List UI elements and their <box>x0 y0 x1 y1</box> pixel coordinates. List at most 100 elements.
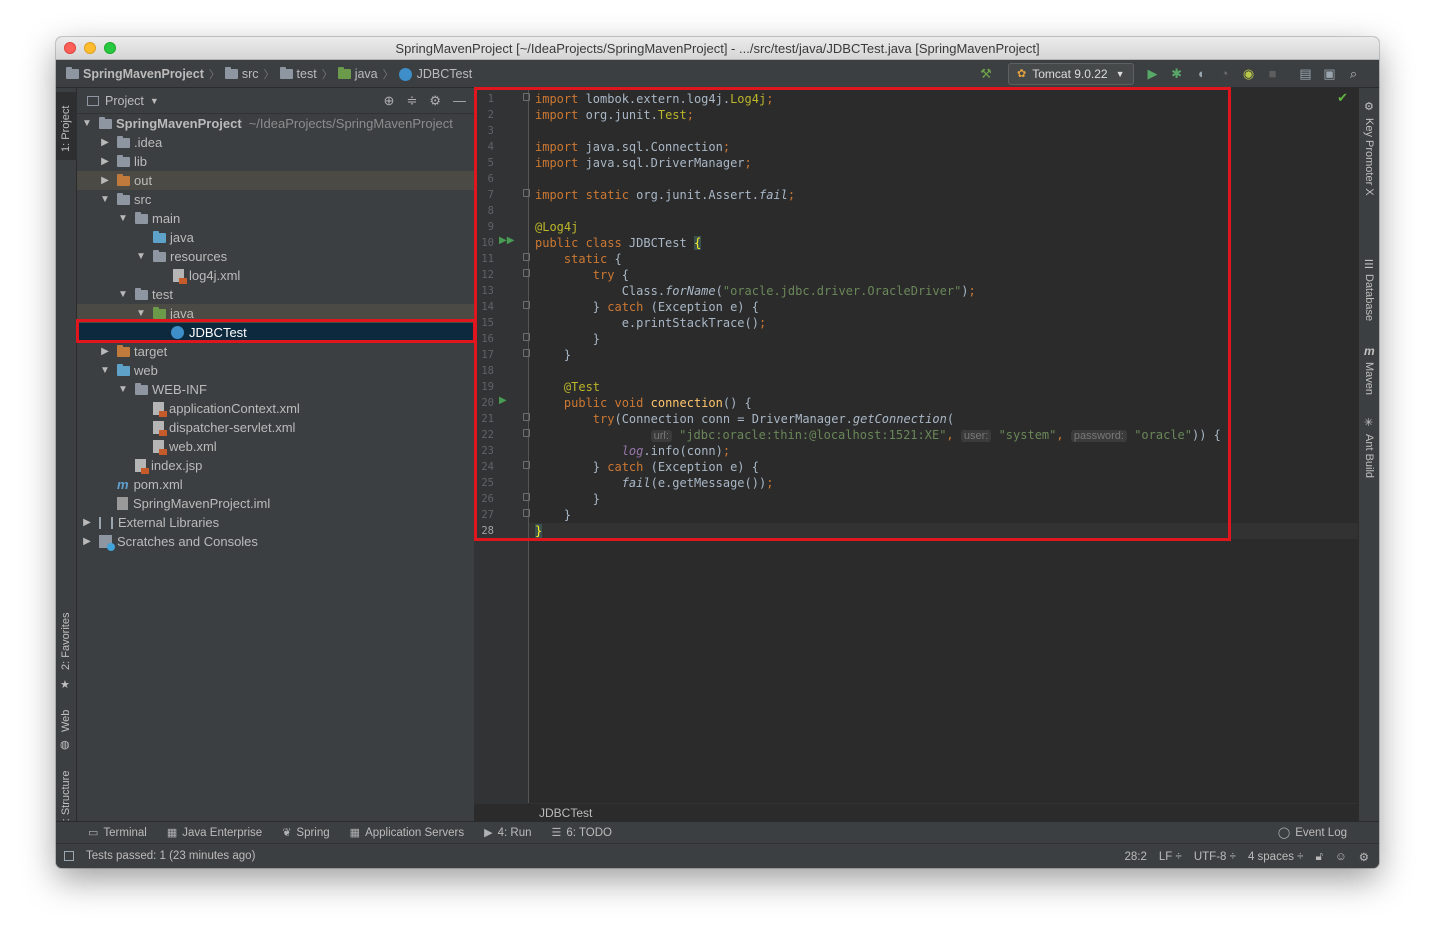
fold-marker-icon[interactable] <box>523 413 530 421</box>
locate-file-icon[interactable]: ⊕ <box>384 93 395 109</box>
tree-item-scratches[interactable]: ▶ Scratches and Consoles <box>77 532 478 551</box>
tree-item-web[interactable]: ▼ web <box>77 361 496 380</box>
tree-item-idea[interactable]: ▶ .idea <box>77 133 496 152</box>
fold-marker-icon[interactable] <box>523 509 530 517</box>
project-structure-icon[interactable]: ▤ <box>1299 66 1313 81</box>
fold-marker-icon[interactable] <box>523 333 530 341</box>
breadcrumb-class[interactable]: JDBCTest <box>398 67 472 81</box>
profile-icon[interactable]: ◔ <box>1218 66 1232 81</box>
line-number: 9 <box>487 221 494 233</box>
breadcrumb-java[interactable]: java <box>337 67 378 81</box>
hide-panel-icon[interactable]: — <box>453 93 466 109</box>
tree-item-test[interactable]: ▼ test <box>77 285 514 304</box>
folder-icon <box>117 154 130 167</box>
code-line: } <box>563 348 572 362</box>
breadcrumb-project[interactable]: SpringMavenProject <box>66 67 204 81</box>
run-icon[interactable]: ▶ <box>1146 66 1160 81</box>
presentation-icon[interactable]: ▣ <box>1323 66 1337 81</box>
tree-item-test-java[interactable]: ▼ java <box>77 304 532 323</box>
tree-item-external-libraries[interactable]: ▶ External Libraries <box>77 513 478 532</box>
tab-project[interactable]: 1: Project <box>56 92 77 160</box>
build-hammer-icon[interactable]: ⚒ <box>979 66 993 81</box>
tree-item-lib[interactable]: ▶ lib <box>77 152 496 171</box>
code-line: } <box>563 508 572 522</box>
fold-marker-icon[interactable] <box>523 189 530 197</box>
breadcrumb-src[interactable]: src <box>224 67 259 81</box>
tab-favorites[interactable]: 2: Favorites ★ <box>56 608 77 698</box>
fold-marker-icon[interactable] <box>523 349 530 357</box>
right-tool-strip: ⚙ Key Promoter X ☰ Database m Maven ✳ An… <box>1358 88 1379 821</box>
collapse-all-icon[interactable]: ≑ <box>406 93 417 109</box>
toggle-tool-windows-icon[interactable] <box>64 851 74 861</box>
search-icon[interactable]: ⌕ <box>1347 66 1361 81</box>
tab-key-promoter[interactable]: ⚙ Key Promoter X <box>1359 98 1379 208</box>
tree-item-web-inf[interactable]: ▼ WEB-INF <box>77 380 514 399</box>
line-number: 1 <box>487 93 494 105</box>
lock-icon[interactable]: 🔓︎ <box>1315 851 1322 864</box>
code-line: @Log4j <box>535 220 579 234</box>
tab-web[interactable]: Web ◍ <box>56 708 77 768</box>
fold-marker-icon[interactable] <box>523 429 530 437</box>
status-message-area: Tests passed: 1 (23 minutes ago) <box>64 850 255 862</box>
module-folder-icon <box>99 116 112 129</box>
tab-database[interactable]: ☰ Database <box>1359 258 1379 328</box>
line-number: 4 <box>487 141 494 153</box>
line-separator[interactable]: LF ÷ <box>1159 851 1182 863</box>
tab-event-log[interactable]: ◯ Event Log <box>1278 826 1347 840</box>
gear-icon[interactable]: ⚙ <box>429 93 441 109</box>
inspector-icon[interactable]: ☺ <box>1335 851 1347 863</box>
editor-breadcrumb[interactable]: JDBCTest <box>474 803 1358 821</box>
tab-structure[interactable]: Z: Structure <box>56 768 77 828</box>
expanded-arrow-icon: ▼ <box>118 289 128 300</box>
fold-marker-icon[interactable] <box>523 93 530 101</box>
debug-bug-icon[interactable]: ✱ <box>1170 66 1184 81</box>
tree-item-main[interactable]: ▼ main <box>77 209 514 228</box>
line-number: 15 <box>481 317 494 329</box>
tree-item-indexjsp[interactable]: index.jsp <box>77 456 532 475</box>
fold-marker-icon[interactable] <box>523 269 530 277</box>
tab-maven[interactable]: m Maven <box>1359 344 1379 404</box>
coverage-icon[interactable]: ◖ <box>1194 66 1208 81</box>
expanded-arrow-icon: ▼ <box>82 118 92 129</box>
line-number: 14 <box>481 301 494 313</box>
tree-item-src[interactable]: ▼ src <box>77 190 496 209</box>
tree-item-out[interactable]: ▶ out <box>77 171 496 190</box>
tab-application-servers[interactable]: ▦ Application Servers <box>350 826 464 840</box>
tab-maven-label: Maven <box>1363 362 1375 396</box>
project-view-selector[interactable]: Project ▼ <box>87 94 159 108</box>
tab-terminal[interactable]: ▭ Terminal <box>88 826 147 840</box>
run-configuration-select[interactable]: ✿ Tomcat 9.0.22 ▼ <box>1008 62 1134 85</box>
indent-setting[interactable]: 4 spaces ÷ <box>1248 851 1304 863</box>
stop-icon[interactable]: ■ <box>1266 66 1280 81</box>
caret-position[interactable]: 28:2 <box>1125 851 1147 863</box>
inspection-ok-icon[interactable]: ✔ <box>1337 90 1348 106</box>
tab-ant-build[interactable]: ✳ Ant Build <box>1359 416 1379 486</box>
tree-item-iml[interactable]: SpringMavenProject.iml <box>77 494 514 513</box>
chevron-right-icon: 〉 <box>321 69 333 81</box>
line-number: 11 <box>481 253 494 265</box>
tab-java-enterprise[interactable]: ▦ Java Enterprise <box>167 826 262 840</box>
run-class-icon[interactable]: ▶▶ <box>499 235 514 246</box>
status-message[interactable]: Tests passed: 1 (23 minutes ago) <box>86 850 255 862</box>
settings-icon[interactable]: ⚙ <box>1359 850 1369 864</box>
breadcrumb-test[interactable]: test <box>279 67 317 81</box>
run-test-icon[interactable]: ▶ <box>499 395 507 406</box>
code-editor[interactable]: 1 2 3 4 5 6 7 8 9 10 11 12 13 14 15 16 17 18 19 20 21 22 23 24 2… <box>474 88 1358 821</box>
tree-item-resources[interactable]: ▼ resources <box>77 247 532 266</box>
jrebel-icon[interactable]: ◉ <box>1242 66 1256 81</box>
tab-run[interactable]: ▶ 4: Run <box>484 826 531 840</box>
tab-spring[interactable]: ❦ Spring <box>282 826 329 840</box>
fold-marker-icon[interactable] <box>523 253 530 261</box>
fold-marker-icon[interactable] <box>523 461 530 469</box>
tab-todo[interactable]: ☰ 6: TODO <box>552 826 612 840</box>
parameter-hint: password: <box>1070 430 1127 442</box>
file-encoding[interactable]: UTF-8 ÷ <box>1194 851 1236 863</box>
tree-item-root[interactable]: ▼ SpringMavenProject ~/IdeaProjects/Spring… <box>77 114 478 133</box>
tree-item-target[interactable]: ▶ target <box>77 342 496 361</box>
excluded-folder-icon <box>117 173 130 186</box>
fold-marker-icon[interactable] <box>523 301 530 309</box>
code-line: } <box>535 524 543 538</box>
tree-item-pom[interactable]: m pom.xml <box>77 475 514 494</box>
fold-marker-icon[interactable] <box>523 493 530 501</box>
project-panel-header: Project ▼ ⊕ ≑ ⚙ — <box>77 88 474 114</box>
